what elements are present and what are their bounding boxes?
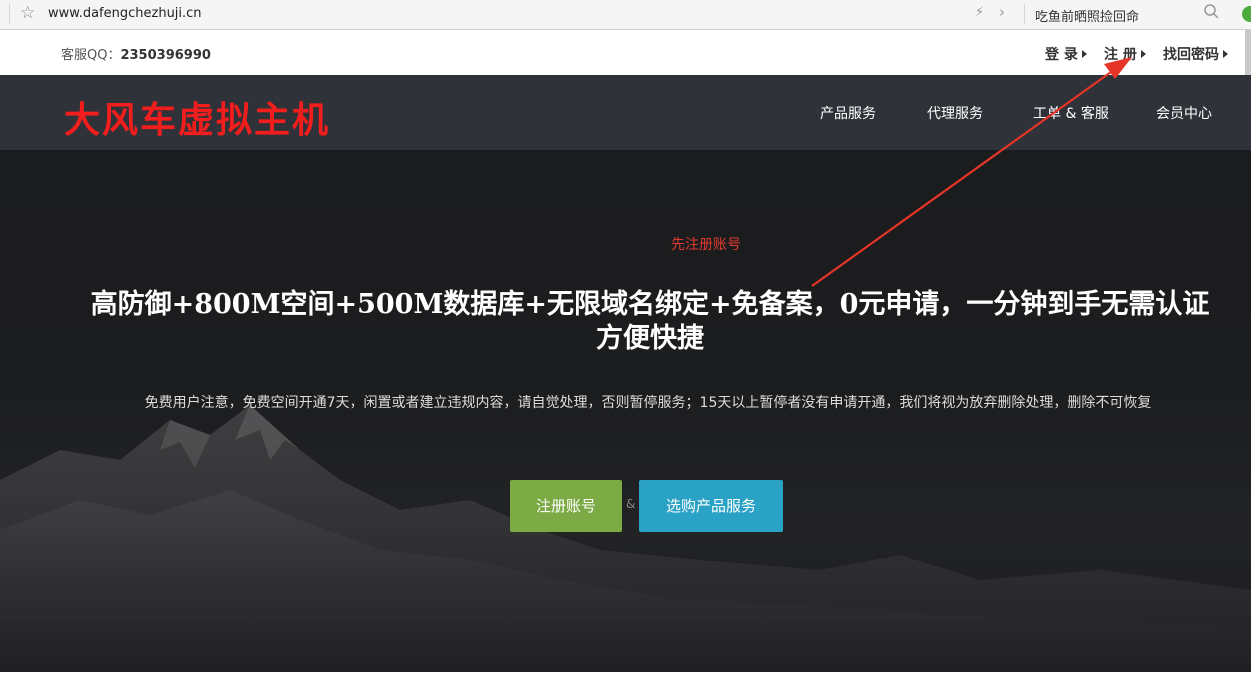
- bottom-edge: [0, 672, 1251, 690]
- search-input[interactable]: 吃鱼前晒照捡回命: [1035, 6, 1139, 25]
- register-label: 注 册: [1104, 47, 1137, 63]
- register-link[interactable]: 注 册: [1104, 44, 1146, 64]
- find-password-link[interactable]: 找回密码: [1163, 44, 1228, 64]
- site-logo[interactable]: 大风车虚拟主机: [64, 91, 330, 143]
- login-label: 登 录: [1045, 47, 1078, 63]
- nav-item-products[interactable]: 产品服务: [820, 103, 876, 123]
- main-navbar: 大风车虚拟主机 产品服务 代理服务 工单 & 客服 会员中心: [0, 75, 1251, 150]
- nav-item-ticket-support[interactable]: 工单 & 客服: [1033, 103, 1109, 123]
- mountain-background-image: [0, 405, 1251, 690]
- hero-notice: 免费用户注意，免费空间开通7天，闲置或者建立违规内容，请自觉处理，否则暂停服务；…: [144, 395, 1152, 411]
- register-hint-text: 先注册账号: [671, 237, 741, 253]
- bolt-icon[interactable]: ⚡: [975, 5, 984, 20]
- star-icon[interactable]: ☆: [20, 3, 35, 23]
- url-field[interactable]: www.dafengchezhuji.cn: [48, 6, 202, 21]
- login-link[interactable]: 登 录: [1045, 44, 1087, 64]
- caret-right-icon: [1223, 50, 1228, 58]
- top-info-bar: 客服QQ：2350396990 登 录 注 册 找回密码: [0, 30, 1251, 75]
- caret-right-icon: [1140, 50, 1146, 58]
- extension-icon[interactable]: [1242, 6, 1251, 22]
- buy-products-button[interactable]: 选购产品服务: [639, 480, 783, 532]
- ampersand-separator: &: [626, 497, 636, 511]
- caret-right-icon: [1081, 50, 1087, 58]
- nav-item-agency[interactable]: 代理服务: [927, 103, 983, 123]
- browser-address-bar: ☆ www.dafengchezhuji.cn ⚡ › 吃鱼前晒照捡回命: [0, 0, 1251, 30]
- customer-service-qq: 客服QQ：2350396990: [61, 44, 211, 63]
- find-password-label: 找回密码: [1163, 47, 1219, 63]
- divider: [9, 4, 10, 24]
- divider: [1024, 4, 1025, 24]
- hero-section: 先注册账号 高防御+800M空间+500M数据库+无限域名绑定+免备案，0元申请…: [0, 150, 1251, 690]
- qq-label: 客服QQ：: [61, 48, 121, 63]
- search-icon[interactable]: [1203, 3, 1219, 19]
- chevron-right-icon[interactable]: ›: [999, 3, 1005, 21]
- qq-number: 2350396990: [120, 48, 211, 63]
- nav-item-member-center[interactable]: 会员中心: [1156, 103, 1212, 123]
- hero-headline: 高防御+800M空间+500M数据库+无限域名绑定+免备案，0元申请，一分钟到手…: [90, 289, 1210, 354]
- register-account-button[interactable]: 注册账号: [510, 480, 622, 532]
